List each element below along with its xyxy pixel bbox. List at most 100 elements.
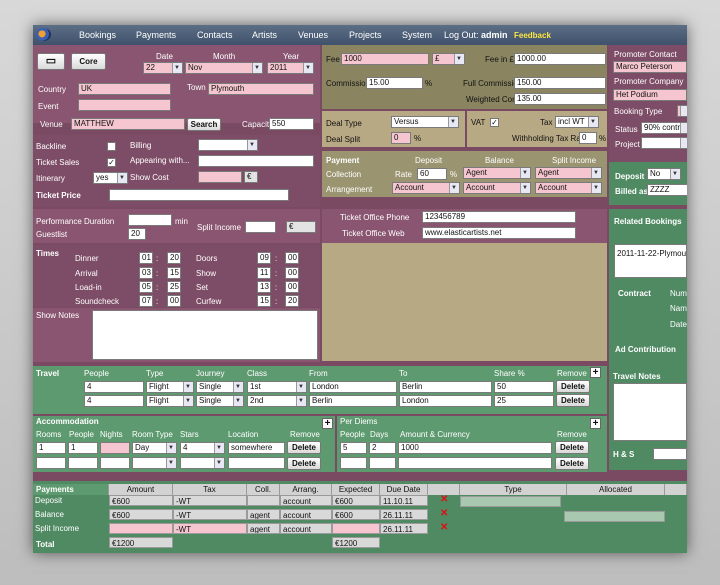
acc-room-type-select-2[interactable]: ▼ bbox=[132, 457, 177, 469]
payment-cell-amount[interactable] bbox=[109, 523, 173, 534]
tax-select[interactable]: incl WT ▼ bbox=[555, 116, 599, 128]
status-select[interactable]: 90% contract bbox=[641, 122, 687, 134]
pd-people-input-2[interactable] bbox=[340, 457, 367, 469]
time-minute-input[interactable]: 25 bbox=[167, 281, 181, 293]
payment-cell-tax[interactable]: -WT bbox=[173, 495, 247, 506]
travel-type-select[interactable]: Flight ▼ bbox=[146, 381, 194, 393]
travel-journey-select[interactable]: Single ▼ bbox=[196, 395, 244, 407]
pd-people-input[interactable]: 5 bbox=[340, 442, 367, 454]
appearing-with-input[interactable] bbox=[198, 155, 314, 167]
payment-cell-expected[interactable] bbox=[332, 523, 380, 534]
country-input[interactable]: UK bbox=[78, 83, 171, 95]
town-input[interactable]: Plymouth bbox=[208, 83, 314, 95]
acc-location-input-2[interactable] bbox=[228, 457, 285, 469]
month-select[interactable]: Nov ▼ bbox=[185, 62, 263, 74]
nav-artists[interactable]: Artists bbox=[252, 30, 277, 40]
time-minute-input[interactable]: 00 bbox=[285, 267, 299, 279]
time-hour-input[interactable]: 15 bbox=[257, 295, 271, 307]
event-input[interactable] bbox=[78, 99, 171, 111]
acc-nights-input-2[interactable] bbox=[100, 457, 130, 469]
time-minute-input[interactable]: 00 bbox=[285, 281, 299, 293]
travel-share-input[interactable]: 25 bbox=[494, 395, 554, 407]
ticket-web-input[interactable]: www.elasticartists.net bbox=[422, 227, 576, 239]
time-hour-input[interactable]: 09 bbox=[257, 252, 271, 264]
fee-input[interactable]: 1000 bbox=[341, 53, 429, 65]
performance-duration-input[interactable] bbox=[128, 214, 172, 226]
promoter-company-input[interactable]: Het Podium bbox=[613, 89, 687, 101]
vat-checkbox[interactable]: ✓ bbox=[490, 118, 499, 127]
payment-cell-due[interactable]: 26.11.11 bbox=[380, 509, 428, 520]
feedback-link[interactable]: Feedback bbox=[514, 31, 551, 40]
travel-people-input[interactable]: 4 bbox=[84, 381, 144, 393]
travel-to-input[interactable]: London bbox=[399, 395, 492, 407]
split-arrangement-select[interactable]: Account ▼ bbox=[535, 182, 602, 194]
nav-projects[interactable]: Projects bbox=[349, 30, 382, 40]
calendar-button[interactable]: ▭ bbox=[37, 53, 65, 70]
payment-cell-amount[interactable]: €600 bbox=[109, 509, 173, 520]
payment-cell-expected[interactable]: €600 bbox=[332, 495, 380, 506]
remove-payment-icon[interactable]: ✕ bbox=[440, 522, 448, 533]
hs-input[interactable] bbox=[653, 448, 687, 460]
project-select[interactable] bbox=[641, 137, 687, 149]
itinerary-select[interactable]: yes ▼ bbox=[93, 172, 128, 184]
acc-delete-button-1[interactable]: Delete bbox=[287, 441, 321, 454]
time-minute-input[interactable]: 00 bbox=[285, 252, 299, 264]
split-collection-select[interactable]: Agent ▼ bbox=[535, 167, 602, 179]
full-commission-input[interactable]: 150.00 bbox=[514, 77, 606, 89]
payment-cell-coll[interactable] bbox=[247, 495, 280, 506]
billing-select[interactable]: ▼ bbox=[198, 139, 258, 151]
nav-system[interactable]: System bbox=[402, 30, 432, 40]
related-bookings-list[interactable]: 2011-11-22-Plymouth bbox=[614, 244, 687, 278]
pd-days-input-2[interactable] bbox=[369, 457, 396, 469]
time-hour-input[interactable]: 13 bbox=[257, 281, 271, 293]
travel-class-select[interactable]: 2nd ▼ bbox=[247, 395, 307, 407]
acc-people-input-2[interactable] bbox=[68, 457, 98, 469]
payment-cell-due[interactable]: 26.11.11 bbox=[380, 523, 428, 534]
payment-cell-due[interactable]: 11.10.11 bbox=[380, 495, 428, 506]
travel-from-input[interactable]: London bbox=[309, 381, 397, 393]
withholding-input[interactable]: 0 bbox=[579, 132, 597, 144]
acc-room-type-select[interactable]: Day ▼ bbox=[132, 442, 177, 454]
payment-cell-coll[interactable]: agent bbox=[247, 523, 280, 534]
pd-days-input[interactable]: 2 bbox=[369, 442, 396, 454]
capacity-input[interactable]: 550 bbox=[269, 118, 314, 130]
deposit-collection-select[interactable]: Agent ▼ bbox=[463, 167, 531, 179]
travel-type-select[interactable]: Flight ▼ bbox=[146, 395, 194, 407]
payments-type-cell[interactable] bbox=[460, 496, 561, 507]
add-accommodation-button[interactable]: + bbox=[322, 418, 333, 429]
pd-delete-button-1[interactable]: Delete bbox=[555, 441, 589, 454]
venue-search-button[interactable]: Search bbox=[187, 118, 221, 131]
time-minute-input[interactable]: 20 bbox=[167, 252, 181, 264]
travel-people-input[interactable]: 4 bbox=[84, 395, 144, 407]
day-select[interactable]: 22 ▼ bbox=[143, 62, 183, 74]
travel-share-input[interactable]: 50 bbox=[494, 381, 554, 393]
add-travel-button[interactable]: + bbox=[590, 367, 601, 378]
time-hour-input[interactable]: 07 bbox=[139, 295, 153, 307]
payment-cell-coll[interactable]: agent bbox=[247, 509, 280, 520]
promoter-deposit-select[interactable]: No ▼ bbox=[647, 168, 681, 180]
travel-notes-textarea[interactable] bbox=[613, 383, 687, 441]
related-booking-item[interactable]: 2011-11-22-Plymouth bbox=[617, 249, 686, 258]
time-minute-input[interactable]: 00 bbox=[167, 295, 181, 307]
billed-as-input[interactable]: ZZZZ bbox=[647, 184, 687, 196]
promoter-contact-input[interactable]: Marco Peterson bbox=[613, 61, 687, 73]
show-notes-textarea[interactable] bbox=[92, 310, 318, 360]
venue-input[interactable]: MATTHEW bbox=[71, 118, 185, 130]
balance-arrangement-select[interactable]: Account ▼ bbox=[463, 182, 531, 194]
acc-delete-button-2[interactable]: Delete bbox=[287, 457, 321, 470]
pd-delete-button-2[interactable]: Delete bbox=[555, 457, 589, 470]
travel-delete-button[interactable]: Delete bbox=[556, 380, 590, 393]
payment-cell-arr[interactable]: account bbox=[280, 523, 332, 534]
payment-cell-arr[interactable]: account bbox=[280, 509, 332, 520]
time-minute-input[interactable]: 15 bbox=[167, 267, 181, 279]
pd-amount-input[interactable]: 1000 bbox=[398, 442, 552, 454]
guestlist-input[interactable]: 20 bbox=[128, 228, 146, 240]
acc-people-input[interactable]: 1 bbox=[68, 442, 98, 454]
weighted-input[interactable]: 135.00 bbox=[514, 93, 606, 105]
remove-payment-icon[interactable]: ✕ bbox=[440, 508, 448, 519]
nav-bookings[interactable]: Bookings bbox=[79, 30, 116, 40]
show-cost-input[interactable] bbox=[198, 171, 242, 183]
logout-link[interactable]: Log Out: admin bbox=[444, 30, 508, 40]
core-button[interactable]: Core bbox=[71, 53, 106, 70]
ticket-phone-input[interactable]: 123456789 bbox=[422, 211, 576, 223]
